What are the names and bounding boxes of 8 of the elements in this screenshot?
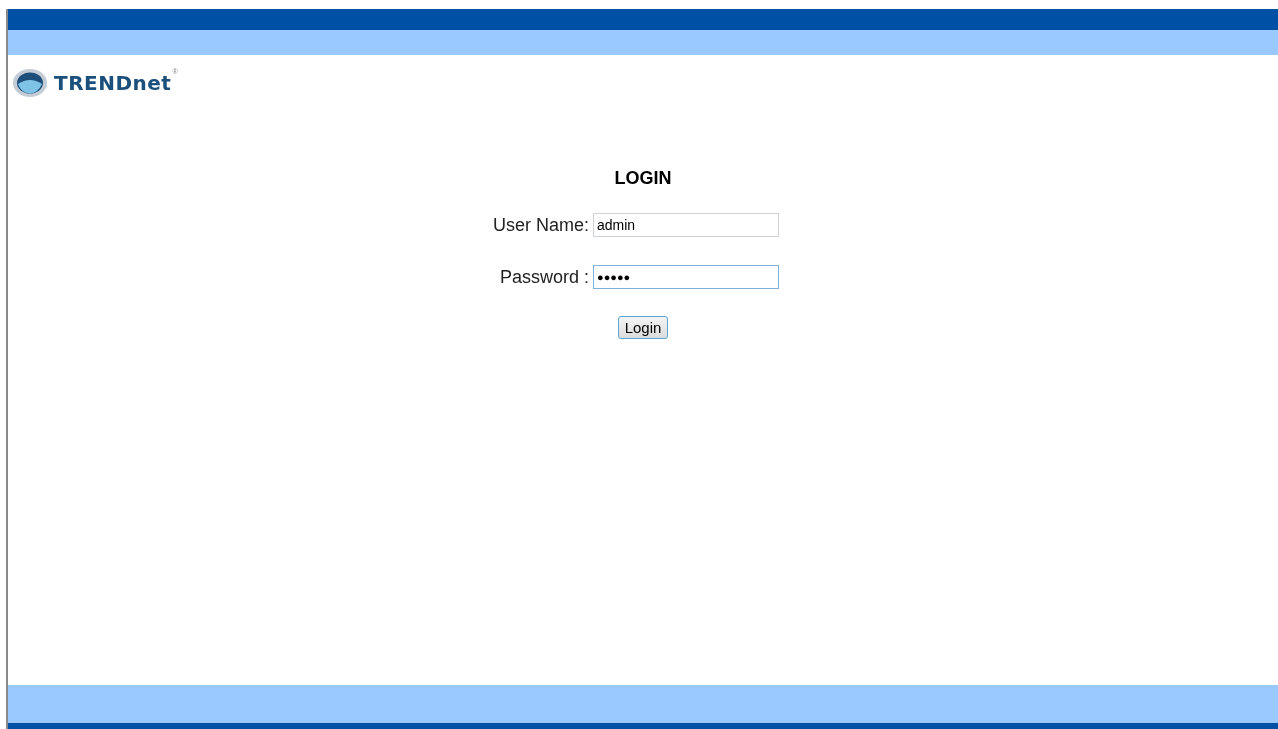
username-field[interactable]: admin (593, 213, 779, 237)
field-label: Password : (499, 266, 589, 288)
globe-icon (12, 68, 48, 98)
login-title: LOGIN (614, 168, 672, 189)
brand-logo: TRENDnet (54, 71, 172, 95)
field-label: User Name: (493, 214, 589, 236)
password-field[interactable]: ●●●●● (593, 265, 779, 289)
login-button[interactable]: Login (617, 316, 669, 339)
